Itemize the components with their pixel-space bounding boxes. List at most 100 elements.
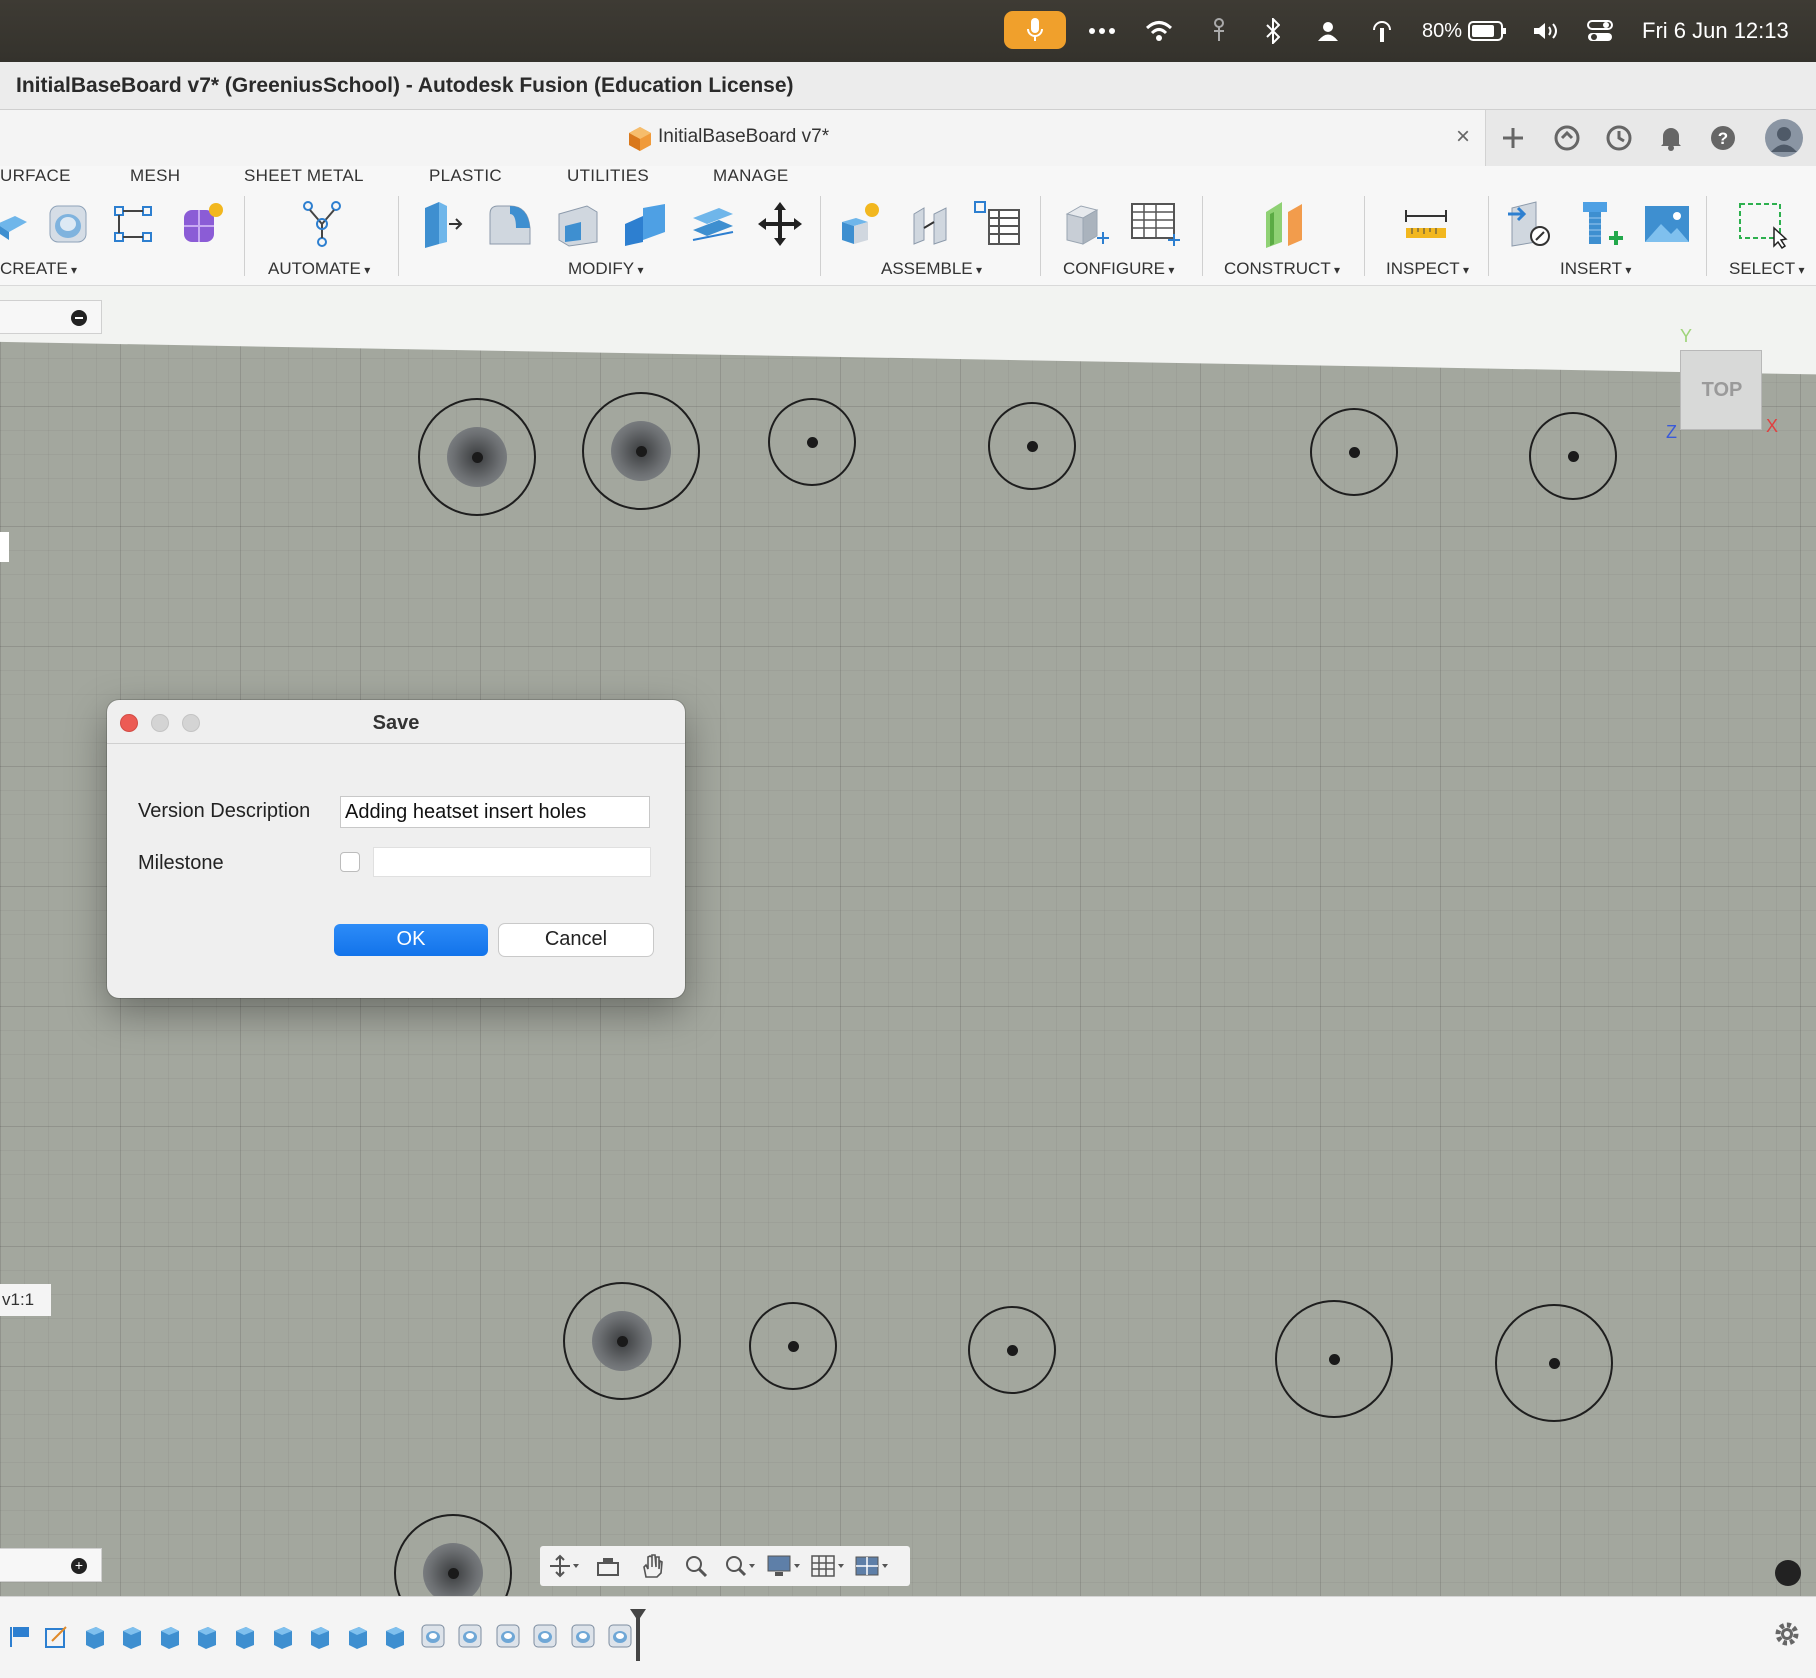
timeline-extrude-icon[interactable] [82,1623,108,1649]
gear-icon[interactable] [1772,1619,1802,1649]
mounting-hole[interactable] [1310,408,1398,496]
cancel-button[interactable]: Cancel [499,924,653,956]
insert-menu[interactable]: INSERT [1560,259,1631,279]
timeline-hole-icon[interactable] [532,1623,558,1649]
timeline-extrude-icon[interactable] [307,1623,333,1649]
render-mode-icon[interactable] [1775,1560,1801,1586]
battery-icon[interactable] [1466,0,1510,62]
orbit-icon[interactable] [546,1551,582,1581]
new-tab-icon[interactable] [1496,121,1530,155]
timeline-extrude-icon[interactable] [345,1623,371,1649]
canvas-tool-icon[interactable] [1640,196,1694,252]
grid-settings-icon[interactable] [810,1551,846,1581]
bill-of-materials-tool-icon[interactable] [970,196,1024,252]
mounting-hole[interactable] [749,1302,837,1390]
more-icon[interactable] [1085,0,1119,62]
heatset-hole[interactable] [418,398,536,516]
user-icon[interactable] [1313,0,1343,62]
timeline-extrude-icon[interactable] [382,1623,408,1649]
revolve-tool-icon[interactable] [41,196,95,252]
browser-panel-collapsed[interactable] [0,300,102,334]
configuration-table-tool-icon[interactable] [1128,196,1182,252]
create-menu[interactable]: CREATE [0,259,77,279]
offset-face-tool-icon[interactable] [686,196,740,252]
mounting-hole[interactable] [968,1306,1056,1394]
automate-menu[interactable]: AUTOMATE [268,259,370,279]
timeline-hole-icon[interactable] [495,1623,521,1649]
close-tab-icon[interactable]: × [1456,123,1470,151]
extrude-tool-icon[interactable] [0,196,40,252]
look-at-icon[interactable] [590,1551,626,1581]
airplay-icon[interactable] [1367,0,1397,62]
move-tool-icon[interactable] [753,196,807,252]
display-settings-icon[interactable] [766,1551,802,1581]
timeline-hole-icon[interactable] [570,1623,596,1649]
press-pull-tool-icon[interactable] [414,196,468,252]
tab-utilities[interactable]: UTILITIES [567,166,649,186]
mounting-hole[interactable] [1495,1304,1613,1422]
timeline-extrude-icon[interactable] [194,1623,220,1649]
control-center-icon[interactable] [1583,0,1623,62]
insert-mcmaster-tool-icon[interactable] [1573,196,1627,252]
tab-surface[interactable]: URFACE [0,166,71,186]
milestone-input[interactable] [373,847,651,877]
mounting-hole[interactable] [768,398,856,486]
bluetooth-icon[interactable] [1258,0,1288,62]
new-component-tool-icon[interactable] [835,196,889,252]
volume-icon[interactable] [1530,0,1564,62]
construct-menu[interactable]: CONSTRUCT [1224,259,1340,279]
comments-panel-collapsed[interactable]: + [0,1548,102,1582]
assemble-menu[interactable]: ASSEMBLE [881,259,982,279]
tab-manage[interactable]: MANAGE [713,166,788,186]
heatset-hole[interactable] [582,392,700,510]
viewports-icon[interactable] [854,1551,890,1581]
microphone-icon[interactable] [1004,11,1066,49]
tab-mesh[interactable]: MESH [130,166,180,186]
document-tab[interactable]: InitialBaseBoard v7* × [0,110,1486,166]
timeline-origin-icon[interactable] [8,1623,34,1649]
timeline-hole-icon[interactable] [420,1623,446,1649]
mounting-hole[interactable] [1275,1300,1393,1418]
profile-avatar-icon[interactable] [1764,118,1804,158]
configure-tool-icon[interactable] [1060,196,1114,252]
inspect-menu[interactable]: INSPECT [1386,259,1469,279]
combine-tool-icon[interactable] [618,196,672,252]
expand-icon[interactable]: + [71,1558,87,1574]
fit-zoom-icon[interactable] [722,1551,758,1581]
zoom-icon[interactable] [678,1551,714,1581]
timeline-extrude-icon[interactable] [232,1623,258,1649]
notifications-icon[interactable] [1654,121,1688,155]
side-panel-tab[interactable] [0,532,9,562]
form-tool-icon[interactable] [175,196,229,252]
automate-tool-icon[interactable] [295,196,349,252]
timeline-extrude-icon[interactable] [157,1623,183,1649]
heatset-hole[interactable] [563,1282,681,1400]
help-icon[interactable]: ? [1706,121,1740,155]
sync-icon[interactable] [1550,121,1584,155]
offset-plane-tool-icon[interactable] [1257,196,1311,252]
job-status-icon[interactable] [1602,121,1636,155]
timeline-extrude-icon[interactable] [119,1623,145,1649]
modify-menu[interactable]: MODIFY [568,259,643,279]
heatset-hole[interactable] [394,1514,512,1596]
pan-icon[interactable] [634,1551,670,1581]
timeline-sketch-icon[interactable] [44,1623,70,1649]
tab-sheet-metal[interactable]: SHEET METAL [244,166,364,186]
viewcube[interactable]: TOP [1680,350,1762,430]
select-menu[interactable]: SELECT [1729,259,1805,279]
milestone-checkbox[interactable] [340,852,360,872]
joint-tool-icon[interactable] [903,196,957,252]
configure-menu[interactable]: CONFIGURE [1063,259,1174,279]
mounting-hole[interactable] [1529,412,1617,500]
measure-tool-icon[interactable] [1399,196,1453,252]
fillet-tool-icon[interactable] [483,196,537,252]
version-description-input[interactable] [340,796,650,828]
tab-plastic[interactable]: PLASTIC [429,166,502,186]
shell-tool-icon[interactable] [550,196,604,252]
collapse-icon[interactable] [71,310,87,326]
ok-button[interactable]: OK [334,924,488,956]
accessibility-icon[interactable] [1202,0,1236,62]
timeline-hole-icon[interactable] [457,1623,483,1649]
select-tool-icon[interactable] [1735,196,1789,252]
timeline-hole-icon[interactable] [607,1623,633,1649]
